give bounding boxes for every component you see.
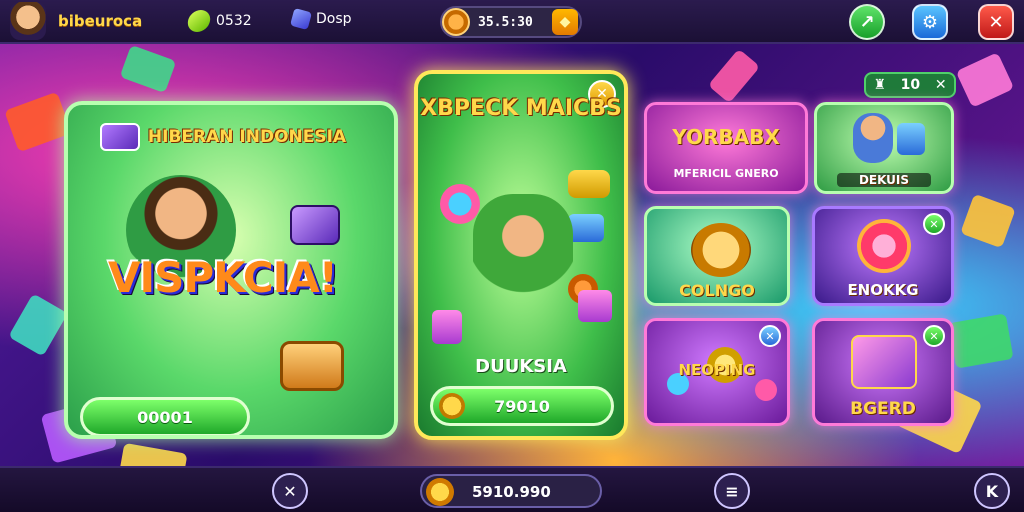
username: bibeuroca — [58, 12, 143, 30]
play-button-label: 79010 — [494, 396, 550, 416]
tile-title: COLNGO — [679, 281, 755, 300]
gem-counter: 0532 — [186, 10, 252, 32]
cube-counter: Dosp — [289, 7, 352, 31]
share-button[interactable]: ↗ — [849, 4, 885, 40]
avatar[interactable] — [10, 2, 46, 40]
tile-title: NEOPING — [678, 361, 756, 379]
gem-icon — [440, 184, 480, 224]
play-button[interactable]: 79010 — [430, 386, 614, 426]
featured-card-left[interactable]: HIBERAN INDONESIA VISPKCIA! 00001 — [64, 101, 398, 439]
game-tile-neoping[interactable]: ✕ NEOPING — [644, 318, 790, 426]
level-value: 10 — [900, 77, 921, 93]
tile-title: DEKUIS — [837, 173, 931, 187]
timer-value: 35.5:30 — [478, 15, 533, 30]
game-logo: VISPKCIA! — [108, 253, 338, 302]
cube-icon — [289, 7, 313, 31]
treasure-chest-icon — [280, 341, 344, 391]
character-illustration — [853, 113, 893, 163]
pink-gem-icon — [578, 290, 612, 322]
game-tile-bgerd[interactable]: ✕ BGERD — [812, 318, 954, 426]
featured-card-center[interactable]: ✕ XBPECK MAICBS DUUKSIA 79010 — [414, 70, 628, 440]
game-tile-colngo[interactable]: COLNGO — [644, 206, 790, 306]
game-name: DUUKSIA — [475, 356, 567, 377]
bottom-bar: ✕ 5910.990 ≡ K — [0, 466, 1024, 512]
balance-box: 5910.990 — [420, 474, 602, 508]
balance-value: 5910.990 — [472, 483, 551, 501]
pink-gem-icon — [432, 310, 462, 344]
tools-icon[interactable]: ✕ — [272, 473, 308, 509]
gem-count: 0532 — [216, 13, 252, 29]
cube-count: Dosp — [316, 11, 352, 27]
trophy-icon: ♜ — [873, 77, 886, 93]
character-illustration — [473, 194, 573, 314]
treasure-box-icon — [851, 335, 917, 389]
close-icon[interactable]: ✕ — [759, 325, 781, 347]
game-tile-yorbabx[interactable]: YORBABX MFERICIL GNERO — [644, 102, 808, 194]
coin-icon — [439, 393, 465, 419]
tile-title: BGERD — [850, 399, 916, 419]
settings-gear-icon[interactable]: ⚙ — [912, 4, 948, 40]
close-icon[interactable]: ✕ — [935, 77, 947, 93]
add-coins-button[interactable]: ◆ — [552, 9, 578, 35]
tile-subtitle: MFERICIL GNERO — [673, 167, 779, 180]
purple-gem-icon — [290, 205, 340, 245]
game-tile-dekuis[interactable]: DEKUIS — [814, 102, 954, 194]
gold-disc-icon — [691, 223, 751, 277]
card-title: XBPECK MAICBS — [420, 96, 622, 121]
level-tag[interactable]: ♜ 10 ✕ — [864, 72, 956, 98]
card-title: HIBERAN INDONESIA — [147, 127, 347, 147]
game-tile-enokkg[interactable]: ✕ ENOKKG — [812, 206, 954, 306]
menu-icon[interactable]: ≡ — [714, 473, 750, 509]
top-bar: bibeuroca 0532 Dosp 35.5:30 ◆ ↗ ⚙ ✕ — [0, 0, 1024, 44]
tile-title: ENOKKG — [847, 281, 919, 299]
close-icon[interactable]: ✕ — [923, 325, 945, 347]
coin-icon — [442, 8, 470, 36]
coin-icon — [426, 478, 454, 506]
tile-title: YORBABX — [672, 125, 780, 149]
close-button[interactable]: ✕ — [978, 4, 1014, 40]
gem-icon — [755, 379, 777, 401]
blue-gem-icon — [568, 214, 604, 242]
gold-bar-icon — [568, 170, 610, 198]
profile-icon[interactable]: K — [974, 473, 1010, 509]
close-icon[interactable]: ✕ — [923, 213, 945, 235]
timer-box: 35.5:30 ◆ — [440, 6, 582, 38]
treasure-icon — [897, 123, 925, 155]
play-button[interactable]: 00001 — [80, 397, 250, 435]
bell-icon — [857, 219, 911, 273]
gem-icon — [186, 10, 212, 32]
